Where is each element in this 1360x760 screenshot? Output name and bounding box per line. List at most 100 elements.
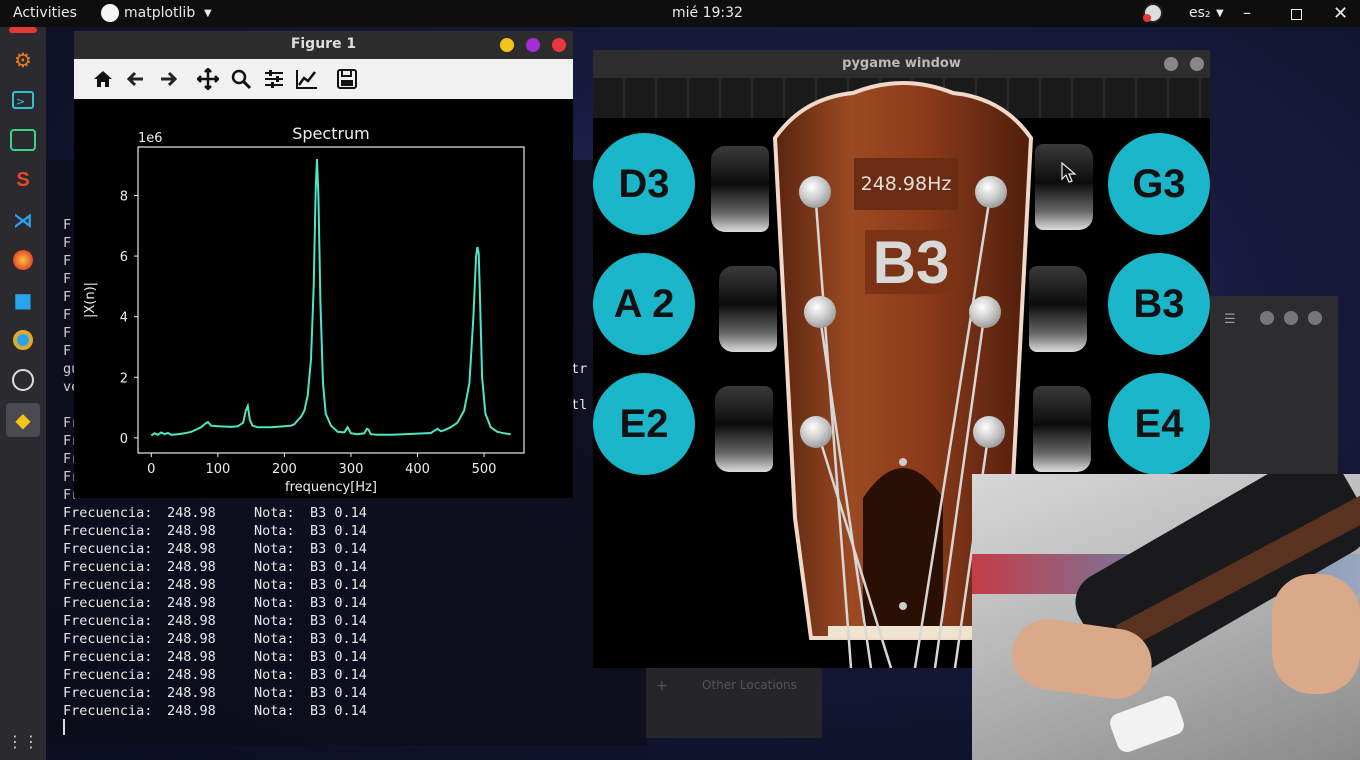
minimize-icon[interactable] <box>1260 311 1274 325</box>
terminal-nota-label: Nota: <box>254 595 295 611</box>
terminal-label: Frecuencia: <box>63 667 153 683</box>
string-post <box>969 296 1001 328</box>
configure-subplots-icon[interactable] <box>260 65 288 93</box>
close-button[interactable] <box>1190 57 1204 71</box>
terminal-icon[interactable]: >_ <box>9 86 37 114</box>
terminal-label: Frecuencia: <box>63 559 153 575</box>
window-title: Figure 1 <box>290 36 357 52</box>
y-tick-label: 2 <box>120 371 128 386</box>
close-icon[interactable]: ✕ <box>1333 3 1348 24</box>
terminal-fragment: F <box>63 325 72 341</box>
terminal-freq: 248.98 <box>167 613 216 629</box>
zoom-icon[interactable] <box>227 65 255 93</box>
terminal-fragment: F <box>63 307 72 323</box>
title-bar[interactable]: Figure 1 <box>74 31 573 59</box>
note-button-g3[interactable]: G3 <box>1108 133 1210 235</box>
show-applications-icon[interactable]: ⋮⋮ <box>7 727 39 755</box>
terminal-note: B3 0.14 <box>310 559 367 575</box>
matplotlib-figure-window[interactable]: Figure 1 Spectrum 1e6 0 100 200 300 400 500 0 2 4 6… <box>74 31 573 498</box>
terminal-nota-label: Nota: <box>254 577 295 593</box>
plus-icon: + <box>656 678 668 694</box>
terminal-fragment: tl <box>571 397 588 413</box>
terminal-label: Frecuencia: <box>63 613 153 629</box>
terminal-freq: 248.98 <box>167 523 216 539</box>
terminal-label: Frecuencia: <box>63 631 153 647</box>
edit-axis-icon[interactable] <box>293 65 321 93</box>
toolbar <box>74 59 573 99</box>
x-tick-label: 400 <box>405 462 430 477</box>
video-camera-icon[interactable]: ■ <box>9 286 37 314</box>
axis-offset-label: 1e6 <box>138 131 163 146</box>
terminal-label: Frecuencia: <box>63 523 153 539</box>
close-icon[interactable] <box>1308 311 1322 325</box>
maximize-icon[interactable] <box>1291 9 1302 20</box>
forward-arrow-icon[interactable] <box>154 65 182 93</box>
y-tick-label: 6 <box>120 250 128 265</box>
chevron-down-icon[interactable]: ▼ <box>1216 8 1224 19</box>
terminal-note: B3 0.14 <box>310 505 367 521</box>
note-button-e2[interactable]: E2 <box>593 373 695 475</box>
detected-note: B3 <box>865 229 957 296</box>
y-tick-label: 8 <box>120 189 128 204</box>
sublime-icon[interactable]: S <box>9 166 37 194</box>
note-button-d3[interactable]: D3 <box>593 133 695 235</box>
x-axis-label: frequency[Hz] <box>285 480 377 495</box>
python-icon[interactable]: ◆ <box>6 403 40 437</box>
minimize-button[interactable] <box>500 38 514 52</box>
save-icon[interactable] <box>333 65 361 93</box>
string-post <box>799 176 831 208</box>
terminal-fragment: F <box>63 217 72 233</box>
move-icon[interactable] <box>194 65 222 93</box>
minimize-button[interactable] <box>1164 57 1178 71</box>
other-locations-item[interactable]: Other Locations <box>702 678 797 692</box>
terminal-nota-label: Nota: <box>254 541 295 557</box>
terminal-label: Frecuencia: <box>63 703 153 719</box>
monitor-icon[interactable] <box>9 126 37 154</box>
settings-gear-icon[interactable]: ⚙ <box>9 46 37 74</box>
terminal-label: Frecuencia: <box>63 649 153 665</box>
terminal-nota-label: Nota: <box>254 631 295 647</box>
x-tick-label: 200 <box>272 462 297 477</box>
terminal-freq: 248.98 <box>167 703 216 719</box>
terminal-nota-label: Nota: <box>254 505 295 521</box>
back-arrow-icon[interactable] <box>122 65 150 93</box>
maximize-button[interactable] <box>526 38 540 52</box>
terminal-freq: 248.98 <box>167 685 216 701</box>
menu-icon[interactable]: ☰ <box>1224 312 1236 327</box>
close-button[interactable] <box>552 38 566 52</box>
app-icon[interactable] <box>9 27 37 33</box>
activities-button[interactable]: Activities <box>13 5 77 21</box>
terminal-note: B3 0.14 <box>310 703 367 719</box>
terminal-fragment: F <box>63 235 72 251</box>
maximize-icon[interactable] <box>1284 311 1298 325</box>
app-menu[interactable]: matplotlib <box>124 5 195 21</box>
chrome-icon[interactable] <box>9 326 37 354</box>
terminal-label: Frecuencia: <box>63 685 153 701</box>
spectrum-chart[interactable]: Spectrum 1e6 0 100 200 300 400 500 0 2 4 6 8 frequenc… <box>74 99 573 498</box>
chevron-down-icon[interactable]: ▼ <box>204 8 212 19</box>
matplotlib-app-icon <box>101 4 119 22</box>
note-button-b3[interactable]: B3 <box>1108 253 1210 355</box>
home-icon[interactable] <box>89 65 117 93</box>
terminal-fragment: F <box>63 253 72 269</box>
minimize-icon[interactable]: – <box>1243 3 1251 22</box>
terminal-note: B3 0.14 <box>310 631 367 647</box>
tuner-peg-left-1 <box>711 146 769 232</box>
obs-icon[interactable] <box>9 366 37 394</box>
title-bar[interactable]: pygame window <box>593 50 1210 78</box>
string-post <box>800 416 832 448</box>
clock[interactable]: mié 19:32 <box>672 5 743 21</box>
note-button-a2[interactable]: A 2 <box>593 253 695 355</box>
vscode-icon[interactable]: ⋊ <box>9 206 37 234</box>
string-post <box>804 296 836 328</box>
firefox-icon[interactable] <box>9 246 37 274</box>
terminal-freq: 248.98 <box>167 595 216 611</box>
terminal-label: Frecuencia: <box>63 541 153 557</box>
recording-indicator-icon <box>1143 14 1151 22</box>
terminal-fragment: tr <box>571 361 588 377</box>
terminal-freq: 248.98 <box>167 505 216 521</box>
string-post <box>975 176 1007 208</box>
window-title: pygame window <box>842 56 961 71</box>
language-selector[interactable]: es₂ <box>1189 5 1211 21</box>
note-button-e4[interactable]: E4 <box>1108 373 1210 475</box>
